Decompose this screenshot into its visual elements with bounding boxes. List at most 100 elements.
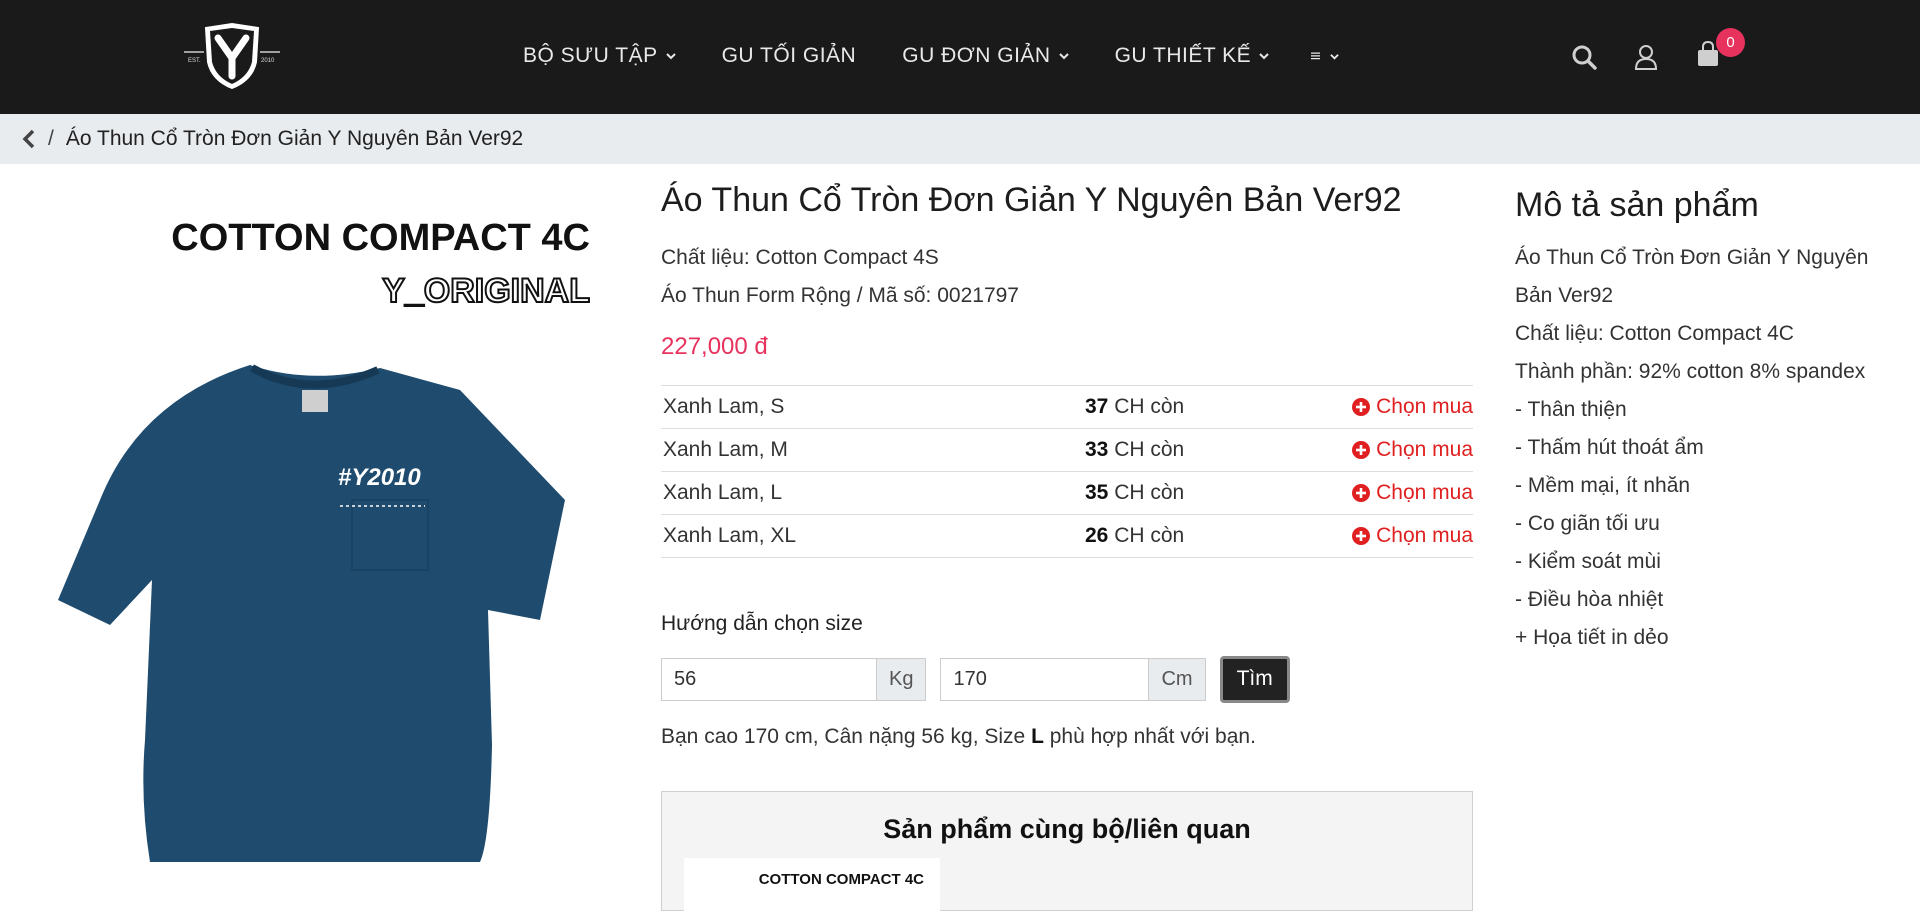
svg-text:EST.: EST. [188,58,201,64]
variant-stock: 33 CH còn [1085,438,1345,462]
product-material: Chất liệu: Cotton Compact 4S [661,245,939,269]
stock-suffix: CH còn [1114,394,1185,418]
stock-qty: 33 [1085,437,1109,461]
variant-name: Xanh Lam, M [663,437,788,461]
result-suffix: phù hợp nhất với bạn. [1043,724,1256,748]
variant-stock: 26 CH còn [1085,524,1345,548]
breadcrumb-current: Áo Thun Cổ Tròn Đơn Giản Y Nguyên Bản Ve… [65,127,524,150]
buy-label: Chọn mua [1376,437,1473,461]
variant-table: Xanh Lam, S 37 CH còn Chọn mua Xanh Lam,… [661,384,1473,558]
plus-circle-icon [1352,440,1371,459]
nav-gu-don-gian[interactable]: GU ĐƠN GIẢN [902,44,1069,68]
plus-circle-icon [1352,526,1371,545]
stock-qty: 26 [1085,523,1109,547]
chevron-down-icon [665,53,676,60]
description-line: + Họa tiết in dẻo [1515,626,1669,649]
nav-bo-suu-tap[interactable]: BỘ SƯU TẬP [523,44,676,68]
nav-label: GU ĐƠN GIẢN [902,44,1051,67]
select-buy-button[interactable]: Chọn mua [1345,481,1473,505]
product-info: Áo Thun Cổ Tròn Đơn Giản Y Nguyên Bản Ve… [661,180,1473,912]
nav-label: BỘ SƯU TẬP [523,44,658,67]
weight-input-group: Kg [661,657,927,701]
variant-stock: 37 CH còn [1085,395,1345,419]
buy-label: Chọn mua [1376,394,1473,418]
buy-label: Chọn mua [1376,480,1473,504]
description-line: Áo Thun Cổ Tròn Đơn Giản Y Nguyên [1515,246,1869,269]
plus-circle-icon [1352,397,1371,416]
header-actions: 0 [1570,28,1745,73]
svg-text:2010: 2010 [261,58,275,64]
description-line: - Mềm mại, ít nhăn [1515,474,1691,497]
description-line: Thành phần: 92% cotton 8% spandex [1515,360,1866,383]
description-heading: Mô tả sản phẩm [1515,186,1759,224]
buy-label: Chọn mua [1376,523,1473,547]
stock-qty: 37 [1085,394,1109,418]
variant-stock: 35 CH còn [1085,481,1345,505]
product-form-code: Áo Thun Form Rộng / Mã số: 0021797 [661,283,1019,307]
variant-name: Xanh Lam, L [663,480,783,504]
chevron-down-icon [1330,53,1339,60]
select-buy-button[interactable]: Chọn mua [1345,524,1473,548]
height-unit: Cm [1148,657,1206,701]
cart-button[interactable]: 0 [1694,28,1745,73]
more-menu-button[interactable] [1311,49,1339,63]
select-buy-button[interactable]: Chọn mua [1345,438,1473,462]
result-size: L [1031,724,1044,748]
description-line: - Thân thiện [1515,398,1627,421]
size-guide-heading: Hướng dẫn chọn size [661,611,863,635]
description-line: - Điều hòa nhiệt [1515,588,1664,611]
stock-qty: 35 [1085,480,1109,504]
cart-count-badge: 0 [1716,28,1745,57]
plus-circle-icon [1352,483,1371,502]
product-description: Mô tả sản phẩm Áo Thun Cổ Tròn Đơn Giản … [1515,186,1905,657]
height-input[interactable] [940,657,1149,701]
product-price: 227,000 đ [661,332,768,360]
variant-name: Xanh Lam, S [663,394,785,418]
description-line: Bản Ver92 [1515,284,1614,307]
weight-unit: Kg [876,657,927,701]
chevron-down-icon [1259,53,1269,60]
related-product-thumb[interactable]: COTTON COMPACT 4C [684,857,940,912]
description-body: Áo Thun Cổ Tròn Đơn Giản Y Nguyên Bản Ve… [1515,239,1905,657]
stock-suffix: CH còn [1114,523,1185,547]
variant-name: Xanh Lam, XL [663,523,797,547]
thumb-text: COTTON COMPACT 4C [759,871,924,888]
description-line: Chất liệu: Cotton Compact 4C [1515,322,1794,345]
description-line: - Kiểm soát mùi [1515,550,1661,573]
nav-gu-toi-gian[interactable]: GU TỐI GIẢN [722,44,857,68]
chevron-down-icon [1058,53,1069,60]
nav-label: GU THIẾT KẾ [1114,44,1252,67]
table-row: Xanh Lam, L 35 CH còn Chọn mua [661,472,1473,515]
nav-gu-thiet-ke[interactable]: GU THIẾT KẾ [1115,44,1270,68]
table-row: Xanh Lam, XL 26 CH còn Chọn mua [661,515,1473,558]
height-input-group: Cm [940,657,1206,701]
description-line: - Thấm hút thoát ẩm [1515,436,1704,459]
stock-suffix: CH còn [1114,480,1185,504]
menu-icon [1311,52,1321,60]
table-row: Xanh Lam, M 33 CH còn Chọn mua [661,429,1473,472]
top-navbar: EST. 2010 BỘ SƯU TẬP GU TỐI GIẢN GU ĐƠN … [0,0,1920,114]
image-text-original: Y_ORIGINAL [382,272,590,310]
weight-input[interactable] [661,657,876,701]
size-result: Bạn cao 170 cm, Cân nặng 56 kg, Size L p… [661,725,1473,749]
product-meta: Chất liệu: Cotton Compact 4S Áo Thun For… [661,239,1473,315]
product-image[interactable]: COTTON COMPACT 4C Y_ORIGINAL #Y2010 [40,200,620,900]
image-text-hashtag: #Y2010 [338,464,421,491]
stock-suffix: CH còn [1114,437,1185,461]
related-products: Sản phẩm cùng bộ/liên quan COTTON COMPAC… [661,790,1473,912]
size-guide-form: Kg Cm Tìm [661,655,1473,703]
breadcrumb-separator: / [48,127,54,150]
brand-logo[interactable]: EST. 2010 [184,22,280,90]
table-row: Xanh Lam, S 37 CH còn Chọn mua [661,386,1473,429]
select-buy-button[interactable]: Chọn mua [1345,395,1473,419]
main-nav: BỘ SƯU TẬP GU TỐI GIẢN GU ĐƠN GIẢN GU TH… [523,44,1339,68]
find-size-button[interactable]: Tìm [1219,655,1290,703]
user-icon[interactable] [1632,43,1660,71]
nav-label: GU TỐI GIẢN [721,44,857,67]
breadcrumb: / Áo Thun Cổ Tròn Đơn Giản Y Nguyên Bản … [0,114,1920,164]
chevron-left-icon[interactable] [22,129,36,149]
product-title: Áo Thun Cổ Tròn Đơn Giản Y Nguyên Bản Ve… [661,181,1402,219]
related-heading: Sản phẩm cùng bộ/liên quan [883,813,1251,844]
search-icon[interactable] [1570,43,1598,71]
image-text-compact: COTTON COMPACT 4C [171,217,590,259]
